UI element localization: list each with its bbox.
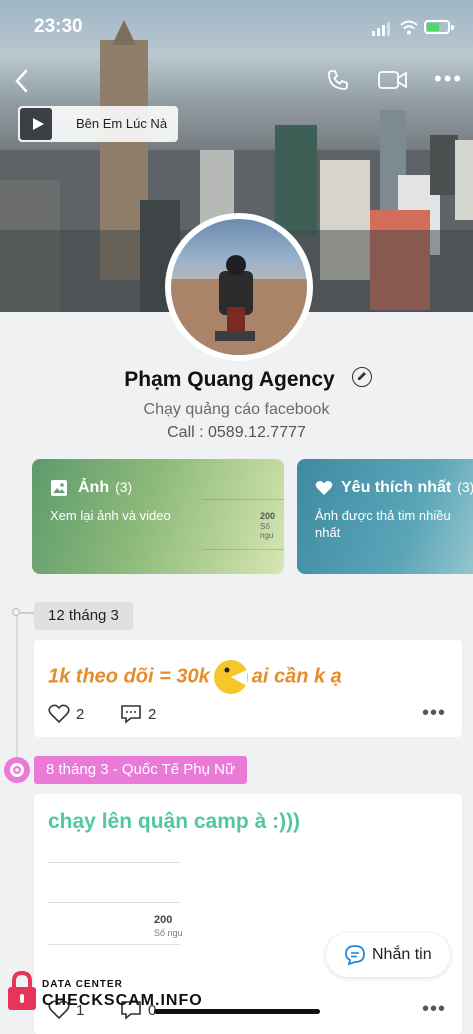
post-more-icon[interactable]: ••• [422,998,446,1021]
play-icon[interactable] [31,117,45,131]
post-more-icon[interactable]: ••• [422,702,446,725]
watermark-line1: DATA CENTER [42,979,123,990]
post-chart-gridline [48,944,180,945]
holiday-date-label: 8 tháng 3 - Quốc Tế Phụ Nữ [34,756,248,784]
pacman-emoji-icon [213,660,248,694]
home-indicator[interactable] [154,1009,320,1014]
post-chart-gridline [48,862,180,863]
post-text: 1k theo dõi = 30k ai cần k ạ [48,660,342,694]
status-time: 23:30 [34,16,83,37]
rose-holiday-icon [4,757,30,783]
watermark-line2: CHECKSCAM.INFO [42,992,203,1009]
timeline-connector [20,612,34,614]
post-chart-label: Số ngu [154,928,183,938]
more-options-icon[interactable]: ••• [434,66,463,92]
timeline-line [16,612,18,772]
like-count: 2 [76,706,85,723]
profile-music-chip[interactable]: Bên Em Lúc Nà [18,106,178,142]
battery-cap [451,25,454,30]
card-chart-gridline [202,549,284,550]
comment-icon[interactable] [120,704,142,724]
send-message-button[interactable]: Nhắn tin [326,933,450,977]
photos-card[interactable]: Ảnh (3) Xem lại ảnh và video 200 Số ngu [32,459,284,574]
heart-icon [315,481,333,495]
comment-count: 2 [148,706,157,723]
photos-card-title: Ảnh (3) [78,479,133,496]
card-chart-label: Số ngu [260,522,274,540]
timeline-dot [12,608,20,616]
phone-call-icon[interactable] [326,68,350,92]
profile-bio-line1: Chạy quảng cáo facebook [143,401,330,418]
wifi-icon [400,20,418,35]
cellular-signal-icon [372,22,392,36]
post-chart-gridline [48,902,180,903]
profile-bio-line2: Call : 0589.12.7777 [167,424,306,441]
lock-watermark-icon [8,970,36,1010]
card-chart-gridline [202,499,284,500]
favorites-card-title: Yêu thích nhất (3) [341,479,473,496]
image-icon [51,480,67,496]
post-chart-value: 200 [154,914,173,926]
back-arrow-icon[interactable] [12,68,32,94]
post-text: chạy lên quận camp à :))) [48,810,301,833]
chat-bubble-icon [345,945,365,966]
music-title: Bên Em Lúc Nà [76,116,168,131]
avatar-photo [171,219,307,355]
like-heart-icon[interactable] [48,704,70,724]
card-chart-value: 200 [260,511,276,521]
favorites-card[interactable]: Yêu thích nhất (3) Ảnh được thả tim nhiều… [297,459,473,574]
edit-pencil-icon[interactable] [352,367,372,387]
battery-icon [424,20,450,34]
favorites-card-subtitle: Ảnh được thả tim nhiều nhất [315,508,451,540]
timeline-post[interactable]: 1k theo dõi = 30k ai cần k ạ 2 2 ••• [34,640,462,737]
video-call-icon[interactable] [377,68,409,92]
send-message-label: Nhắn tin [372,946,432,963]
photos-card-subtitle: Xem lại ảnh và video [50,508,171,523]
profile-name: Phạm Quang Agency [124,368,335,391]
profile-avatar[interactable] [165,213,313,361]
date-label: 12 tháng 3 [34,602,133,630]
